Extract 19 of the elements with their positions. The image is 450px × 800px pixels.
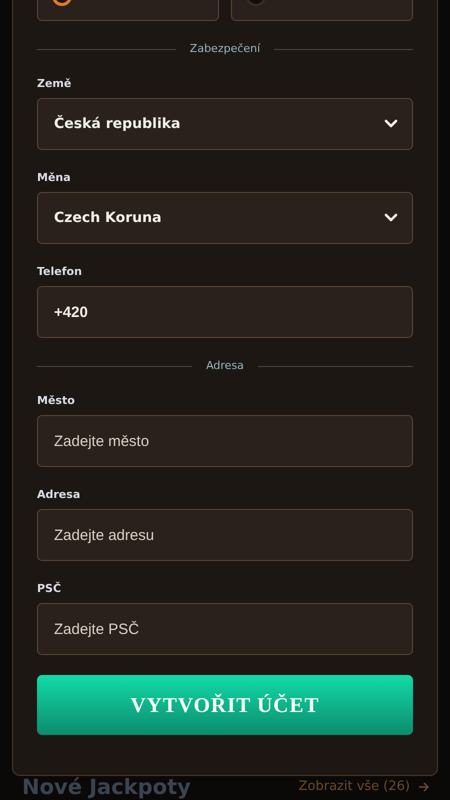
field-label: Země — [37, 77, 72, 91]
section-divider-label: Zabezpečení — [190, 42, 260, 56]
select-field[interactable]: Czech Koruna — [37, 192, 413, 244]
select-field[interactable]: Česká republika — [37, 98, 413, 150]
text-field[interactable]: Zadejte město — [37, 415, 413, 467]
field-label: Měna — [37, 171, 72, 185]
text-field[interactable]: +420 — [37, 286, 413, 338]
text-field[interactable]: Zadejte adresu — [37, 509, 413, 561]
chevron-down-icon — [384, 213, 398, 223]
section-heading: Nové Jackpoty — [22, 777, 191, 797]
field-label: PSČ — [37, 582, 62, 596]
section-divider-label: Adresa — [206, 359, 244, 373]
field-label: Telefon — [37, 265, 83, 279]
text-field[interactable]: Zadejte PSČ — [37, 603, 413, 655]
field-label: Město — [37, 394, 76, 408]
field-label: Adresa — [37, 488, 82, 502]
gender-option[interactable] — [231, 0, 413, 21]
arrow-right-icon — [418, 782, 430, 792]
chevron-down-icon — [384, 119, 398, 129]
